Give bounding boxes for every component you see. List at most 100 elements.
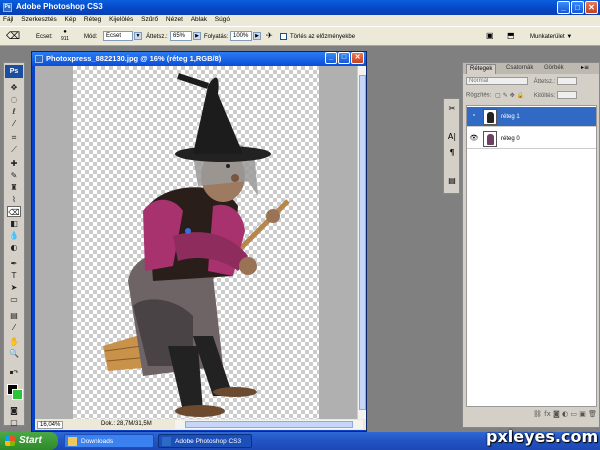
watermark: pxleyes.com (486, 427, 599, 446)
healing-icon[interactable]: ✚ (7, 158, 21, 169)
brush-icon[interactable]: ✎ (7, 170, 21, 181)
minimize-button[interactable]: _ (557, 1, 570, 14)
layer-row-reteg-0[interactable]: 👁 réteg 0 (467, 129, 596, 149)
ps-logo: Ps (5, 65, 23, 78)
blend-mode-select[interactable]: Normál (466, 77, 528, 85)
blur-icon[interactable]: 💧 (7, 230, 21, 241)
new-layer-icon[interactable]: ▣ (579, 410, 586, 418)
adjustment-layer-icon[interactable]: ◐ (562, 410, 568, 418)
dodge-icon[interactable]: ◐ (7, 242, 21, 253)
document-title: Photoxpress_8822130.jpg @ 16% (réteg 1,R… (46, 54, 222, 63)
document-size-info: Dok.: 28,7M/31,5M (101, 421, 152, 427)
taskbar-item-downloads[interactable]: Downloads (64, 434, 154, 448)
maximize-button[interactable]: □ (571, 1, 584, 14)
shape-icon[interactable]: ▭ (7, 294, 21, 305)
fill-input[interactable] (556, 91, 577, 99)
layer-style-icon[interactable]: fx (544, 410, 551, 418)
path-select-icon[interactable]: ➤ (7, 282, 21, 293)
panel-menu-icon[interactable]: ▸≡ (581, 64, 589, 71)
brush-picker[interactable]: ● 911 (58, 29, 72, 45)
menu-image[interactable]: Kép (62, 15, 80, 23)
layers-list: ▫ réteg 1 👁 réteg 0 (466, 105, 597, 407)
layer-name[interactable]: réteg 1 (501, 114, 520, 120)
mode-label: Mód: (84, 34, 98, 40)
menu-window[interactable]: Ablak (188, 15, 210, 23)
history-panel-icon[interactable]: ✂ (446, 103, 458, 115)
screen-mode-icon[interactable]: ▢ (7, 417, 21, 428)
menu-select[interactable]: Kijelölés (106, 15, 136, 23)
workspace-menu[interactable]: Munkaterület ▼ (530, 34, 572, 40)
doc-minimize-button[interactable]: _ (325, 52, 337, 64)
mode-select[interactable]: Ecset (103, 31, 133, 41)
layer-comps-panel-icon[interactable]: ▤ (446, 175, 458, 187)
opacity-input[interactable]: 65% (170, 31, 192, 41)
menu-edit[interactable]: Szerkesztés (18, 15, 59, 23)
paragraph-panel-icon[interactable]: ¶ (446, 147, 458, 159)
tab-curves[interactable]: Görbék (541, 64, 567, 74)
delete-layer-icon[interactable]: 🗑 (588, 410, 597, 418)
horizontal-scroll-thumb[interactable] (185, 421, 353, 428)
link-layers-icon[interactable]: ⛓ (533, 410, 542, 418)
type-icon[interactable]: T (7, 270, 21, 281)
mode-dropdown-arrow[interactable]: ▼ (134, 32, 142, 40)
doc-maximize-button[interactable]: □ (338, 52, 350, 64)
layer-row-reteg-1[interactable]: ▫ réteg 1 (467, 107, 596, 127)
menu-file[interactable]: Fájl (0, 15, 16, 23)
zoom-level-field[interactable]: 16,04% (37, 421, 64, 429)
eyedropper-icon[interactable]: ⁄ (7, 322, 21, 333)
layer-thumbnail (483, 109, 497, 125)
canvas-area[interactable] (35, 66, 357, 419)
vertical-scrollbar[interactable] (357, 66, 366, 419)
palette-well-icon[interactable]: ▣ (486, 31, 494, 40)
options-bar: ⌫ Ecset: ● 911 Mód: Ecset ▼ Áttetsz.: 65… (0, 26, 600, 46)
eraser-icon[interactable]: ⌫ (7, 206, 21, 217)
blend-opacity-row: Normál Áttetsz.: (466, 77, 578, 85)
lasso-icon[interactable]: ℓ (7, 106, 21, 117)
layer-opacity-input[interactable] (557, 77, 578, 85)
horizontal-scrollbar[interactable] (175, 420, 363, 429)
background-color-swatch[interactable] (12, 389, 23, 400)
pen-icon[interactable]: ✒ (7, 258, 21, 269)
airbrush-icon[interactable]: ✈ (266, 31, 273, 40)
add-mask-icon[interactable]: ◙ (553, 410, 560, 418)
start-button[interactable]: Start (0, 432, 58, 450)
marquee-icon[interactable]: ◌ (7, 94, 21, 105)
magic-wand-icon[interactable]: ⁄ (7, 118, 21, 129)
menu-filter[interactable]: Szűrő (138, 15, 161, 23)
slice-icon[interactable]: ⟋ (7, 144, 21, 155)
character-panel-icon[interactable]: A| (446, 131, 458, 143)
menu-help[interactable]: Súgó (212, 15, 233, 23)
eraser-tool-icon[interactable]: ⌫ (6, 31, 20, 42)
zoom-icon[interactable]: 🔍 (7, 348, 21, 359)
taskbar-item-photoshop[interactable]: Adobe Photoshop CS3 (158, 434, 252, 448)
doc-close-button[interactable]: ✕ (351, 52, 364, 64)
layer-name[interactable]: réteg 0 (501, 136, 520, 142)
hand-icon[interactable]: ✋ (7, 336, 21, 347)
history-brush-icon[interactable]: ⌇ (7, 194, 21, 205)
menu-layer[interactable]: Réteg (81, 15, 104, 23)
default-colors-icon[interactable]: ▪↷ (7, 367, 21, 378)
bridge-icon[interactable]: ⬒ (507, 31, 515, 40)
crop-icon[interactable]: ⌗ (7, 132, 21, 143)
new-group-icon[interactable]: ▭ (570, 410, 577, 418)
close-button[interactable]: ✕ (585, 1, 598, 14)
eye-icon[interactable]: 👁 (469, 134, 479, 144)
gradient-icon[interactable]: ◧ (7, 218, 21, 229)
layer-visibility-empty[interactable]: ▫ (469, 112, 479, 122)
start-label: Start (19, 435, 42, 446)
flow-input[interactable]: 100% (230, 31, 252, 41)
lock-icons[interactable]: ▢✎✥🔒 (495, 93, 526, 99)
menu-view[interactable]: Nézet (163, 15, 186, 23)
erase-history-checkbox[interactable] (280, 33, 287, 40)
opacity-slider-arrow[interactable]: ▶ (193, 32, 201, 40)
brush-size: 911 (61, 36, 69, 42)
document-window: Photoxpress_8822130.jpg @ 16% (réteg 1,R… (31, 51, 367, 432)
vertical-scroll-thumb[interactable] (359, 75, 366, 410)
move-icon[interactable]: ✥ (7, 82, 21, 93)
flow-slider-arrow[interactable]: ▶ (253, 32, 261, 40)
quick-mask-icon[interactable]: ◙ (7, 405, 21, 416)
notes-icon[interactable]: ▤ (7, 310, 21, 321)
tab-layers[interactable]: Rétegek (466, 64, 497, 74)
tab-channels[interactable]: Csatornák (503, 64, 536, 74)
clone-stamp-icon[interactable]: ♜ (7, 182, 21, 193)
